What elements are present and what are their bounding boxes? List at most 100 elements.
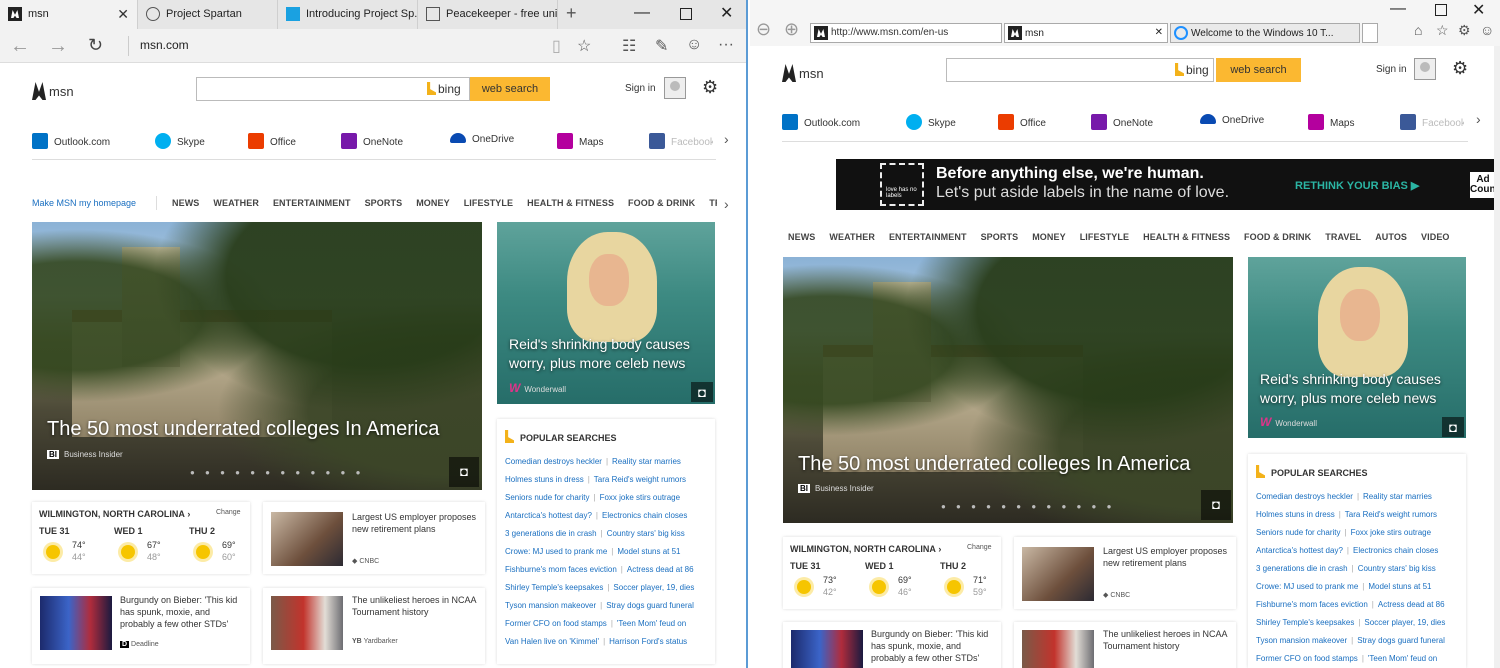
service-facebook[interactable]: Facebook bbox=[649, 133, 713, 149]
close-window-icon[interactable]: ✕ bbox=[720, 3, 733, 23]
camera-icon[interactable]: ◘ bbox=[1201, 490, 1231, 520]
service-maps[interactable]: Maps bbox=[1308, 114, 1354, 130]
popular-search-link[interactable]: Tyson mansion makeover bbox=[505, 601, 596, 610]
nav-item[interactable]: NEWS bbox=[788, 232, 815, 242]
story-card-employer[interactable]: Largest US employer proposes new retirem… bbox=[1014, 537, 1236, 609]
avatar[interactable] bbox=[664, 77, 686, 99]
smiley-icon[interactable]: ☺ bbox=[1480, 22, 1494, 38]
nav-item[interactable]: WEATHER bbox=[829, 232, 875, 242]
nav-item[interactable]: ENTERTAINMENT bbox=[889, 232, 967, 242]
make-homepage-link[interactable]: Make MSN my homepage bbox=[32, 198, 136, 208]
popular-search-link[interactable]: Crowe: MJ used to prank me bbox=[505, 547, 607, 556]
service-onenote[interactable]: OneNote bbox=[341, 133, 403, 149]
back-icon[interactable]: ⊖ bbox=[756, 19, 771, 40]
search-input[interactable]: bing bbox=[946, 58, 1214, 82]
favorite-star-icon[interactable]: ☆ bbox=[577, 36, 591, 56]
nav-item[interactable]: WEATHER bbox=[213, 198, 259, 208]
popular-search-link[interactable]: 'Teen Mom' feud on bbox=[617, 619, 686, 628]
popular-search-link[interactable]: Crowe: MJ used to prank me bbox=[1256, 582, 1358, 591]
service-office[interactable]: Office bbox=[998, 114, 1046, 130]
sign-in-link[interactable]: Sign in bbox=[1376, 64, 1407, 75]
tab-introducing[interactable]: Introducing Project Sp... bbox=[278, 0, 418, 29]
service-onedrive[interactable]: OneDrive bbox=[450, 133, 514, 145]
nav-item[interactable]: FOOD & DRINK bbox=[1244, 232, 1311, 242]
web-search-button[interactable]: web search bbox=[470, 77, 550, 101]
nav-item[interactable]: MONEY bbox=[416, 198, 450, 208]
tab-msn[interactable]: msn ✕ bbox=[0, 0, 138, 29]
service-outlook[interactable]: Outlook.com bbox=[782, 114, 860, 130]
nav-item[interactable]: TRAVEL bbox=[1325, 232, 1361, 242]
ie-url-field[interactable]: http://www.msn.com/en-us bbox=[810, 23, 1002, 43]
popular-search-link[interactable]: Reality star marries bbox=[1363, 492, 1432, 501]
feedback-smiley-icon[interactable]: ☺ bbox=[686, 36, 702, 54]
popular-search-link[interactable]: Foxx joke stirs outrage bbox=[1351, 528, 1431, 537]
popular-search-link[interactable]: Holmes stuns in dress bbox=[1256, 510, 1335, 519]
new-tab-button[interactable] bbox=[1362, 23, 1378, 43]
popular-search-link[interactable]: Antarctica's hottest day? bbox=[505, 511, 592, 520]
popular-search-link[interactable]: Harrison Ford's status bbox=[609, 637, 687, 646]
weather-location[interactable]: WILMINGTON, NORTH CAROLINA › bbox=[39, 509, 190, 519]
nav-item[interactable]: LIFESTYLE bbox=[464, 198, 513, 208]
nav-item[interactable]: AUTOS bbox=[1375, 232, 1407, 242]
minimize-icon[interactable]: — bbox=[1390, 0, 1406, 18]
forward-icon[interactable]: → bbox=[48, 35, 68, 58]
ad-cta-link[interactable]: RETHINK YOUR BIAS ▶ bbox=[1295, 179, 1419, 192]
story-card-employer[interactable]: Largest US employer proposes new retirem… bbox=[263, 502, 485, 574]
popular-search-link[interactable]: 3 generations die in crash bbox=[1256, 564, 1348, 573]
popular-search-link[interactable]: 3 generations die in crash bbox=[505, 529, 597, 538]
ie-tab-msn[interactable]: msn ✕ bbox=[1004, 23, 1168, 43]
popular-search-link[interactable]: Tara Reid's weight rumors bbox=[594, 475, 686, 484]
popular-search-link[interactable]: Antarctica's hottest day? bbox=[1256, 546, 1343, 555]
nav-item[interactable]: HEALTH & FITNESS bbox=[1143, 232, 1230, 242]
service-maps[interactable]: Maps bbox=[557, 133, 603, 149]
nav-next-chevron-icon[interactable]: › bbox=[724, 196, 729, 212]
service-office[interactable]: Office bbox=[248, 133, 296, 149]
carousel-dots[interactable]: ● ● ● ● ● ● ● ● ● ● ● ● bbox=[190, 468, 364, 477]
popular-search-link[interactable]: Shirley Temple's keepsakes bbox=[1256, 618, 1354, 627]
nav-item[interactable]: HEALTH & FITNESS bbox=[527, 198, 614, 208]
popular-search-link[interactable]: Foxx joke stirs outrage bbox=[600, 493, 680, 502]
popular-search-link[interactable]: Fishburne's mom faces eviction bbox=[505, 565, 617, 574]
service-outlook[interactable]: Outlook.com bbox=[32, 133, 110, 149]
popular-search-link[interactable]: Former CFO on food stamps bbox=[1256, 654, 1358, 663]
service-onedrive[interactable]: OneDrive bbox=[1200, 114, 1264, 126]
sign-in-link[interactable]: Sign in bbox=[625, 83, 656, 94]
popular-search-link[interactable]: Fishburne's mom faces eviction bbox=[1256, 600, 1368, 609]
popular-search-link[interactable]: Electronics chain closes bbox=[602, 511, 687, 520]
popular-search-link[interactable]: Country stars' big kiss bbox=[1358, 564, 1436, 573]
tools-gear-icon[interactable]: ⚙ bbox=[1458, 22, 1471, 39]
hero-story[interactable]: The 50 most underrated colleges In Ameri… bbox=[783, 257, 1233, 523]
refresh-icon[interactable]: ↻ bbox=[88, 35, 103, 56]
minimize-icon[interactable]: — bbox=[634, 4, 650, 22]
weather-location[interactable]: WILMINGTON, NORTH CAROLINA › bbox=[790, 544, 941, 554]
tab-peacekeeper[interactable]: Peacekeeper - free uni... bbox=[418, 0, 558, 29]
story-card-ncaa[interactable]: The unlikeliest heroes in NCAA Tournamen… bbox=[263, 588, 485, 664]
hero-story[interactable]: The 50 most underrated colleges In Ameri… bbox=[32, 222, 482, 490]
celeb-story[interactable]: Reid's shrinking body causes worry, plus… bbox=[497, 222, 715, 404]
web-note-icon[interactable]: ✎ bbox=[655, 36, 668, 56]
popular-search-link[interactable]: Model stuns at 51 bbox=[1368, 582, 1431, 591]
msn-logo[interactable]: msn bbox=[32, 82, 74, 100]
nav-item[interactable]: NEWS bbox=[172, 198, 199, 208]
new-tab-button[interactable]: + bbox=[566, 3, 577, 24]
popular-search-link[interactable]: Holmes stuns in dress bbox=[505, 475, 584, 484]
favorites-star-icon[interactable]: ☆ bbox=[1436, 22, 1449, 39]
popular-search-link[interactable]: Tara Reid's weight rumors bbox=[1345, 510, 1437, 519]
popular-search-link[interactable]: Stray dogs guard funeral bbox=[1357, 636, 1445, 645]
settings-gear-icon[interactable]: ⚙ bbox=[1452, 58, 1468, 79]
popular-search-link[interactable]: Comedian destroys heckler bbox=[1256, 492, 1353, 501]
camera-icon[interactable]: ◘ bbox=[1442, 417, 1464, 437]
nav-item[interactable]: MONEY bbox=[1032, 232, 1066, 242]
maximize-icon[interactable] bbox=[680, 8, 692, 20]
popular-search-link[interactable]: Actress dead at 86 bbox=[627, 565, 694, 574]
service-onenote[interactable]: OneNote bbox=[1091, 114, 1153, 130]
web-search-button[interactable]: web search bbox=[1216, 58, 1301, 82]
services-next-chevron-icon[interactable]: › bbox=[724, 131, 729, 147]
service-facebook[interactable]: Facebook bbox=[1400, 114, 1464, 130]
nav-item[interactable]: LIFESTYLE bbox=[1080, 232, 1129, 242]
popular-search-link[interactable]: Comedian destroys heckler bbox=[505, 457, 602, 466]
popular-search-link[interactable]: Van Halen live on 'Kimmel' bbox=[505, 637, 599, 646]
popular-search-link[interactable]: Shirley Temple's keepsakes bbox=[505, 583, 603, 592]
carousel-dots[interactable]: ● ● ● ● ● ● ● ● ● ● ● ● bbox=[941, 502, 1115, 511]
popular-search-link[interactable]: Seniors nude for charity bbox=[1256, 528, 1341, 537]
